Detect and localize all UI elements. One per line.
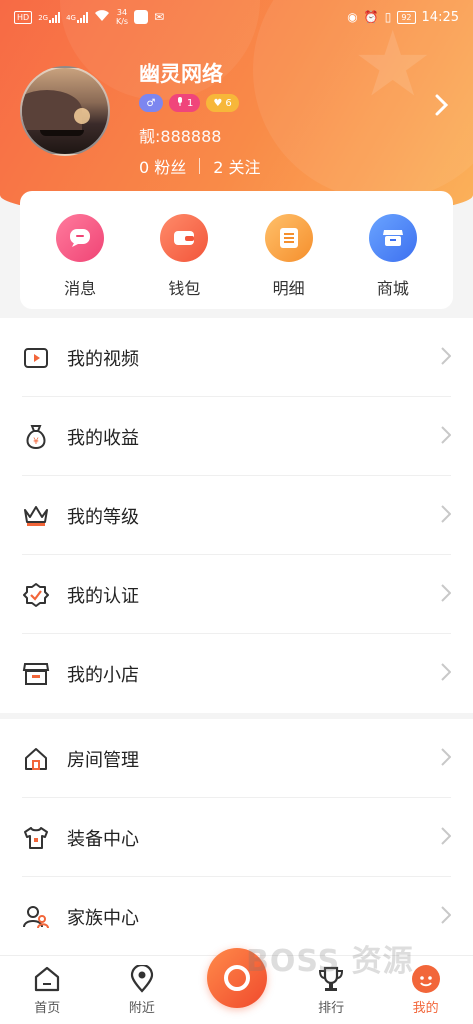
tshirt-icon bbox=[22, 824, 50, 852]
network-speed: 34 K/s bbox=[115, 8, 129, 26]
menu-group-management: 房间管理 装备中心 家族中心 bbox=[0, 719, 473, 956]
menu-item-equipment-center[interactable]: 装备中心 bbox=[0, 798, 473, 877]
svg-text:¥: ¥ bbox=[33, 437, 39, 447]
chevron-right-icon bbox=[441, 826, 452, 850]
fans-count[interactable]: 0 粉丝 bbox=[139, 154, 186, 178]
app-notification-icon bbox=[134, 10, 149, 24]
chevron-right-icon bbox=[441, 747, 452, 771]
status-bar: HD 2G 4G 34 K/s ✉ ◉ ⏰ ▯ 92 14:25 bbox=[0, 0, 473, 34]
signal-icon: 4G bbox=[66, 11, 88, 23]
menu-item-my-shop[interactable]: 我的小店 bbox=[0, 634, 473, 713]
anchor-level-badge: 1 bbox=[169, 94, 201, 112]
video-icon bbox=[22, 344, 50, 372]
quick-action-mall[interactable]: 商城 bbox=[348, 191, 438, 309]
quick-action-wallet[interactable]: 钱包 bbox=[139, 191, 229, 309]
quick-actions-card: 消息 钱包 明细 商城 bbox=[20, 191, 453, 309]
chevron-right-icon bbox=[441, 425, 452, 449]
tab-home[interactable]: 首页 bbox=[0, 956, 95, 1024]
chevron-right-icon bbox=[441, 662, 452, 686]
alarm-icon: ⏰ bbox=[363, 10, 379, 24]
user-badges: ♂ 1 ♥ 6 bbox=[139, 94, 239, 112]
signal-icon: 2G bbox=[38, 11, 61, 23]
money-bag-icon: ¥ bbox=[22, 423, 50, 451]
microphone-icon bbox=[176, 96, 184, 110]
hd-indicator: HD bbox=[14, 10, 33, 24]
certification-icon bbox=[22, 581, 50, 609]
menu-item-my-level[interactable]: 我的等级 bbox=[0, 476, 473, 555]
shop-icon bbox=[22, 660, 50, 688]
vibrate-icon: ▯ bbox=[384, 10, 392, 24]
male-gender-icon: ♂ bbox=[139, 94, 163, 112]
quick-action-message[interactable]: 消息 bbox=[35, 191, 125, 309]
tab-nearby[interactable]: 附近 bbox=[95, 956, 190, 1024]
quick-action-detail[interactable]: 明细 bbox=[244, 191, 334, 309]
battery-icon: 92 bbox=[397, 10, 416, 24]
chevron-right-icon[interactable] bbox=[435, 94, 449, 122]
message-icon bbox=[56, 214, 105, 262]
follow-stats: 0 粉丝 2 关注 bbox=[139, 154, 261, 178]
heart-icon: ♥ bbox=[213, 97, 223, 109]
chevron-right-icon bbox=[441, 583, 452, 607]
family-icon bbox=[22, 903, 50, 931]
username: 幽灵网络 bbox=[139, 62, 223, 86]
chevron-right-icon bbox=[441, 905, 452, 929]
menu-item-my-certification[interactable]: 我的认证 bbox=[0, 555, 473, 634]
menu-group-personal: 我的视频 ¥ 我的收益 我的等级 我的认证 我的小店 bbox=[0, 318, 473, 713]
mine-icon bbox=[411, 964, 441, 994]
menu-item-my-video[interactable]: 我的视频 bbox=[0, 318, 473, 397]
crown-icon bbox=[22, 502, 50, 530]
location-icon bbox=[127, 964, 157, 994]
watermark: BOSS 资源 bbox=[246, 944, 414, 979]
notification-icon: ✉ bbox=[154, 10, 165, 24]
chevron-right-icon bbox=[441, 346, 452, 370]
clock-time: 14:25 bbox=[421, 9, 459, 25]
menu-item-my-income[interactable]: ¥ 我的收益 bbox=[0, 397, 473, 476]
avatar[interactable] bbox=[20, 66, 110, 156]
home-icon bbox=[32, 964, 62, 994]
wallet-icon bbox=[160, 214, 209, 262]
detail-list-icon bbox=[264, 214, 313, 262]
beauty-id: 靓:888888 bbox=[139, 127, 222, 146]
chevron-right-icon bbox=[441, 504, 452, 528]
divider bbox=[199, 158, 201, 174]
wealth-level-badge: ♥ 6 bbox=[206, 94, 239, 112]
eye-icon: ◉ bbox=[347, 10, 358, 24]
wifi-icon bbox=[94, 9, 110, 25]
mall-icon bbox=[368, 214, 417, 262]
following-count[interactable]: 2 关注 bbox=[213, 154, 260, 178]
menu-item-room-management[interactable]: 房间管理 bbox=[0, 719, 473, 798]
room-icon bbox=[22, 745, 50, 773]
